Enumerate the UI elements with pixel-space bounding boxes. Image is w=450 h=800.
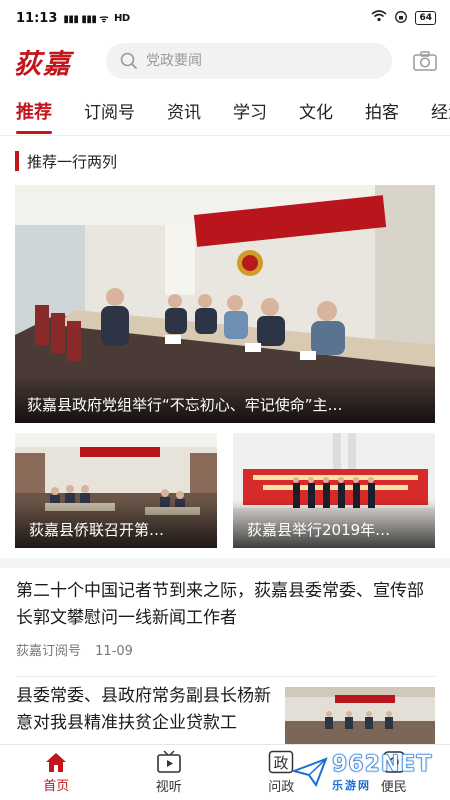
tab-study[interactable]: 学习 [217, 90, 283, 135]
network-label: HD [114, 12, 130, 24]
news-title: 县委常委、县政府常务副县长杨新意对我县精准扶贫企业贷款工 [16, 686, 271, 733]
news-thumbnail [285, 687, 435, 747]
status-time: 11:13 [16, 10, 58, 26]
tab-recommend[interactable]: 推荐 [0, 90, 68, 135]
news-source: 荻嘉订阅号 [16, 644, 82, 659]
search-bar[interactable] [106, 43, 392, 79]
news-date: 11-09 [95, 644, 133, 659]
nav-video[interactable]: 视听 [113, 745, 226, 800]
zheng-icon: 政 [269, 750, 294, 774]
paper-plane-icon [292, 757, 328, 787]
featured-card-left-caption: 荻嘉县侨联召开第… [15, 500, 217, 548]
tv-icon [156, 750, 181, 773]
status-bar: 11:13 ▮▮▮ ▮▮▮ ᯤ HD 64 [0, 0, 450, 36]
camera-icon [413, 51, 437, 71]
news-item[interactable]: 第二十个中国记者节到来之际，荻嘉县委常委、宣传部长郭文攀慰问一线新闻工作者 荻嘉… [16, 578, 436, 659]
nav-inquiry-label: 问政 [268, 780, 295, 795]
featured-card-right[interactable]: 荻嘉县举行2019年… [233, 433, 435, 548]
news-meta: 荻嘉订阅号 11-09 [16, 640, 436, 659]
search-input[interactable] [146, 53, 346, 69]
tab-economy[interactable]: 经济 [415, 90, 450, 135]
watermark-site: 乐游网 [332, 778, 371, 792]
signal-icon: ▮▮▮ ▮▮▮ ᯤ [63, 14, 109, 25]
section-divider [0, 558, 450, 568]
site-watermark: 962NET 乐游网 [292, 750, 442, 794]
featured-card-left[interactable]: 荻嘉县侨联召开第… [15, 433, 217, 548]
app-header: 荻嘉 [0, 36, 450, 86]
nav-home-label: 首页 [43, 779, 70, 794]
tab-subscription[interactable]: 订阅号 [68, 90, 151, 135]
section-title: 推荐一行两列 [27, 152, 118, 171]
news-title: 第二十个中国记者节到来之际，荻嘉县委常委、宣传部长郭文攀慰问一线新闻工作者 [16, 581, 424, 628]
tab-photographer[interactable]: 拍客 [349, 90, 415, 135]
section-header: 推荐一行两列 [15, 150, 117, 172]
nav-video-label: 视听 [155, 780, 182, 795]
category-tabs: 推荐 订阅号 资讯 学习 文化 拍客 经济 [0, 90, 450, 136]
featured-card-main[interactable]: 荻嘉县政府党组举行“不忘初心、牢记使命”主… [15, 185, 435, 423]
lock-icon [395, 10, 408, 27]
section-accent-bar [15, 151, 19, 171]
featured-card-main-caption: 荻嘉县政府党组举行“不忘初心、牢记使命”主… [15, 375, 435, 423]
tab-news[interactable]: 资讯 [151, 90, 217, 135]
zheng-glyph: 政 [274, 754, 289, 772]
home-icon [46, 753, 67, 772]
nav-home[interactable]: 首页 [0, 745, 113, 800]
tab-culture[interactable]: 文化 [283, 90, 349, 135]
featured-card-right-caption: 荻嘉县举行2019年… [233, 500, 435, 548]
news-item[interactable]: 县委常委、县政府常务副县长杨新意对我县精准扶贫企业贷款工 [16, 683, 278, 741]
search-icon [120, 52, 138, 70]
news-divider [16, 676, 436, 677]
camera-button[interactable] [412, 50, 438, 72]
watermark-brand: 962NET [332, 751, 433, 777]
wifi-icon [371, 10, 387, 26]
battery-indicator: 64 [415, 11, 436, 25]
app-logo: 荻嘉 [14, 48, 72, 80]
